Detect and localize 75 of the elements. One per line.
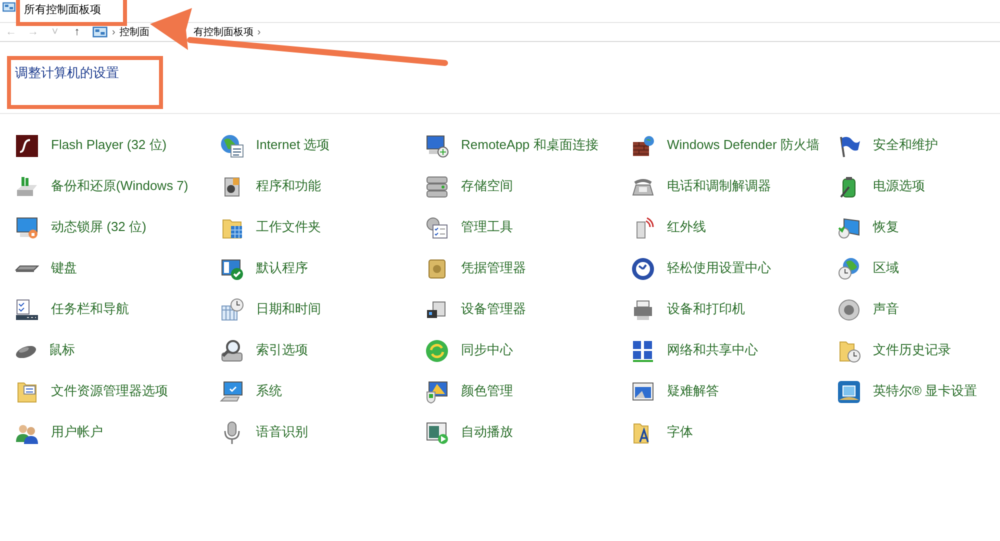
control-panel-item[interactable]: 程序和功能 (220, 166, 425, 207)
mouse-icon (15, 344, 37, 358)
control-panel-item[interactable]: Internet 选项 (220, 125, 425, 166)
control-panel-item[interactable]: 管理工具 (425, 207, 631, 248)
control-panel-item[interactable]: 设备管理器 (425, 289, 631, 330)
control-panel-item[interactable]: 存储空间 (425, 166, 631, 207)
printer-icon (631, 298, 655, 322)
sync-icon (425, 338, 449, 362)
control-panel-item[interactable]: 字体 (631, 412, 837, 453)
control-panel-item[interactable]: 动态锁屏 (32 位) (15, 207, 220, 248)
control-panel-item[interactable]: 区域 (837, 248, 1000, 289)
graphics-icon (837, 380, 861, 404)
drive-icon (15, 174, 39, 198)
control-panel-item[interactable]: 自动播放 (425, 412, 631, 453)
monitor-icon (220, 380, 244, 404)
keyboard-icon (15, 264, 39, 272)
control-panel-item[interactable]: 恢复 (837, 207, 1000, 248)
control-panel-icon (2, 0, 16, 14)
monitor-icon (837, 216, 861, 240)
globe-icon (837, 256, 861, 280)
control-panel-item[interactable]: 颜色管理 (425, 371, 631, 412)
monitor-icon (425, 380, 449, 404)
checklist-icon (15, 298, 39, 322)
breadcrumb-item[interactable]: 有控制面板项 (193, 24, 254, 40)
page-heading: 调整计算机的设置 (7, 56, 163, 108)
check-window-icon (220, 256, 244, 280)
control-panel-item[interactable]: 鼠标 (15, 330, 220, 371)
control-panel-item[interactable]: 备份和还原(Windows 7) (15, 166, 220, 207)
control-panel-item[interactable]: 电话和调制解调器 (631, 166, 837, 207)
control-panel-item[interactable]: 安全和维护 (837, 125, 1000, 166)
drive-stack-icon (425, 174, 449, 198)
globe-icon (220, 134, 244, 158)
control-panel-item[interactable]: 默认程序 (220, 248, 425, 289)
breadcrumb-separator: › (111, 26, 116, 40)
control-panel-item[interactable]: 电源选项 (837, 166, 1000, 207)
control-panel-item[interactable]: 键盘 (15, 248, 220, 289)
folder-icon (15, 380, 39, 404)
control-panel-item[interactable]: 任务栏和导航 (15, 289, 220, 330)
breadcrumb-item[interactable]: 控制面 (119, 24, 150, 40)
control-panel-item[interactable]: 同步中心 (425, 330, 631, 371)
control-panel-item[interactable]: 系统 (220, 371, 425, 412)
network-icon (631, 338, 655, 362)
window-title: 所有控制面板项 (16, 0, 127, 26)
checklist-icon (425, 216, 449, 240)
brick-wall-icon (631, 134, 655, 158)
control-panel-item[interactable]: RemoteApp 和桌面连接 (425, 125, 631, 166)
control-panel-item[interactable]: 凭据管理器 (425, 248, 631, 289)
control-panel-item[interactable]: 声音 (837, 289, 1000, 330)
control-panel-item[interactable]: 英特尔® 显卡设置 (837, 371, 1000, 412)
control-panel-item[interactable]: 用户帐户 (15, 412, 220, 453)
control-panel-item[interactable]: 索引选项 (220, 330, 425, 371)
control-panel-item[interactable]: Windows Defender 防火墙 (631, 125, 837, 166)
control-panel-item[interactable]: 红外线 (631, 207, 837, 248)
folder-icon (837, 338, 861, 362)
app-icon (15, 134, 39, 158)
control-panel-item[interactable]: 文件资源管理器选项 (15, 371, 220, 412)
play-icon (425, 420, 449, 444)
speaker-icon (837, 298, 861, 322)
control-panel-item[interactable]: Flash Player (32 位) (15, 125, 220, 166)
control-panel-item[interactable]: 文件历史记录 (837, 330, 1000, 371)
control-panel-item[interactable]: 设备和打印机 (631, 289, 837, 330)
search-icon (220, 338, 244, 362)
control-panel-item[interactable]: 疑难解答 (631, 371, 837, 412)
dial-icon (631, 256, 655, 280)
control-panel-item[interactable]: 日期和时间 (220, 289, 425, 330)
up-button[interactable]: ↑ (66, 24, 88, 40)
monitor-icon (425, 134, 449, 158)
control-panel-item[interactable]: 轻松使用设置中心 (631, 248, 837, 289)
control-panel-item[interactable]: 网络和共享中心 (631, 330, 837, 371)
control-panel-icon (92, 24, 108, 40)
control-panel-item[interactable]: 工作文件夹 (220, 207, 425, 248)
monitor-icon (15, 216, 39, 240)
control-panel-item[interactable]: 语音识别 (220, 412, 425, 453)
breadcrumb-separator: › (256, 26, 262, 40)
calendar-icon (220, 298, 244, 322)
